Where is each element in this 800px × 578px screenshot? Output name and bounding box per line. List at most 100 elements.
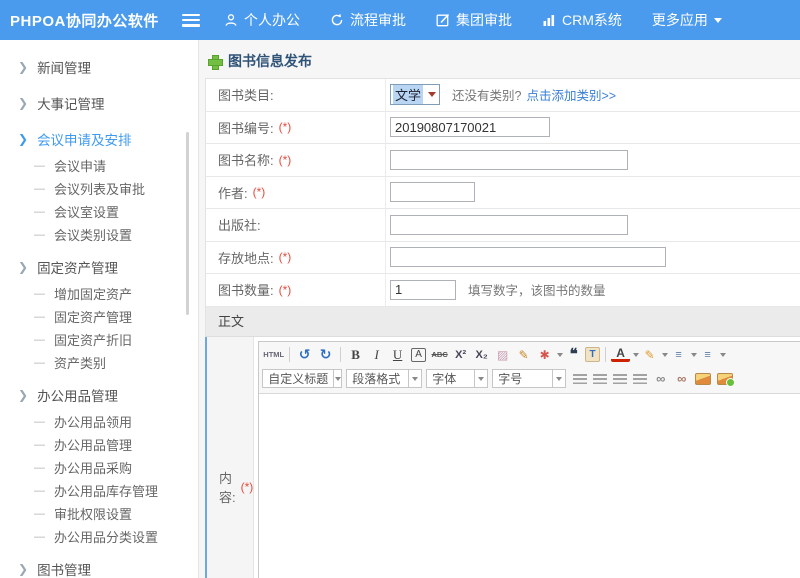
chevron-down-icon[interactable]: [720, 353, 726, 357]
dash-icon: —: [34, 160, 45, 172]
sidebar-item-label: 办公用品领用: [54, 412, 132, 431]
author-label: 作者:(*): [206, 177, 386, 209]
form-row-location: 存放地点:(*): [206, 242, 800, 275]
font-size-dropdown[interactable]: 字号: [492, 369, 566, 388]
align-center-icon[interactable]: [593, 374, 607, 384]
form-row-publisher: 出版社:: [206, 209, 800, 242]
chevron-down-icon[interactable]: [408, 370, 421, 387]
sidebar-item[interactable]: —办公用品采购: [0, 456, 198, 479]
sidebar-item[interactable]: —办公用品库存管理: [0, 479, 198, 502]
sidebar-item[interactable]: —增加固定资产: [0, 282, 198, 305]
chevron-down-icon[interactable]: [691, 353, 697, 357]
paragraph-format-dropdown[interactable]: 段落格式: [346, 369, 422, 388]
italic-icon[interactable]: I: [367, 346, 386, 364]
nav-more-apps[interactable]: 更多应用: [652, 10, 722, 30]
add-category-link[interactable]: 点击添加类别>>: [526, 85, 616, 104]
highlight-pen-icon[interactable]: ✎: [640, 346, 659, 364]
sidebar-item-label: 固定资产管理: [54, 307, 132, 326]
auto-typeset-icon[interactable]: ✱: [535, 346, 554, 364]
align-left-icon[interactable]: [573, 374, 587, 384]
underline-icon[interactable]: U: [388, 346, 407, 364]
strikethrough-icon[interactable]: ABC: [430, 346, 449, 364]
custom-title-dropdown[interactable]: 自定义标题: [262, 369, 342, 388]
dash-icon: —: [34, 311, 45, 323]
bold-icon[interactable]: B: [346, 346, 365, 364]
sidebar-item[interactable]: —会议类别设置: [0, 223, 198, 246]
undo-icon[interactable]: ↺: [295, 346, 314, 364]
dash-icon: —: [34, 357, 45, 369]
chevron-down-icon[interactable]: [557, 353, 563, 357]
font-box-icon[interactable]: A: [411, 348, 426, 362]
book-no-input[interactable]: [390, 117, 550, 137]
subscript-icon[interactable]: X₂: [472, 346, 491, 364]
sidebar-item[interactable]: ❯固定资产管理: [0, 252, 198, 282]
sidebar-item[interactable]: ❯新闻管理: [0, 52, 198, 82]
sidebar-item[interactable]: —办公用品分类设置: [0, 525, 198, 548]
dash-icon: —: [34, 206, 45, 218]
author-input[interactable]: [390, 182, 475, 202]
chevron-down-icon[interactable]: [474, 370, 487, 387]
sidebar-item[interactable]: ❯图书管理: [0, 554, 198, 578]
redo-icon[interactable]: ↻: [316, 346, 335, 364]
dropdown-label: 字号: [493, 370, 552, 387]
publisher-input[interactable]: [390, 215, 628, 235]
sidebar-item-label: 会议类别设置: [54, 225, 132, 244]
editor-content-area[interactable]: [259, 394, 800, 578]
sidebar-item-label: 资产类别: [54, 353, 106, 372]
hamburger-menu-icon[interactable]: [182, 14, 200, 27]
sidebar-item-label: 大事记管理: [37, 93, 105, 113]
format-brush-icon[interactable]: ✎: [514, 346, 533, 364]
sidebar-item[interactable]: —审批权限设置: [0, 502, 198, 525]
nav-process-approval[interactable]: 流程审批: [330, 10, 406, 30]
sidebar-item[interactable]: —会议列表及审批: [0, 177, 198, 200]
sidebar-item[interactable]: — 固定资产管理: [0, 305, 198, 328]
sidebar-item[interactable]: ❯会议申请及安排: [0, 124, 198, 154]
nav-group-approval[interactable]: 集团审批: [436, 10, 512, 30]
category-select[interactable]: 文学: [390, 84, 440, 105]
blockquote-icon[interactable]: ❝: [564, 346, 583, 364]
chevron-down-icon[interactable]: [662, 353, 668, 357]
chevron-down-icon[interactable]: [552, 370, 565, 387]
album-icon[interactable]: [717, 373, 733, 385]
nav-label: 集团审批: [456, 10, 512, 30]
sidebar-menu: ❯新闻管理❯大事记管理❯会议申请及安排—会议申请—会议列表及审批—会议室设置—会…: [0, 40, 199, 578]
chevron-down-icon[interactable]: [633, 353, 639, 357]
paste-icon[interactable]: T: [585, 347, 600, 362]
link-icon[interactable]: ∞: [651, 370, 670, 388]
app-logo: PHPOA协同办公软件: [0, 10, 172, 31]
eraser-icon[interactable]: ▨: [493, 346, 512, 364]
font-color-icon[interactable]: A: [611, 347, 630, 362]
chevron-down-icon[interactable]: [333, 370, 341, 387]
nav-personal-office[interactable]: 个人办公: [224, 10, 300, 30]
publisher-label: 出版社:: [206, 209, 386, 241]
superscript-icon[interactable]: X²: [451, 346, 470, 364]
sidebar-scrollbar[interactable]: [186, 132, 189, 315]
unordered-list-icon[interactable]: ≡: [698, 346, 717, 364]
unlink-icon[interactable]: ∞: [672, 370, 691, 388]
font-family-dropdown[interactable]: 字体: [426, 369, 488, 388]
sidebar-item[interactable]: —会议申请: [0, 154, 198, 177]
dropdown-label: 段落格式: [347, 370, 408, 387]
sidebar-item[interactable]: —会议室设置: [0, 200, 198, 223]
html-source-icon[interactable]: HTML: [263, 346, 284, 364]
align-justify-icon[interactable]: [633, 374, 647, 384]
bar-chart-icon: [542, 13, 556, 27]
sidebar-item-label: 办公用品库存管理: [54, 481, 158, 500]
book-no-label: 图书编号:(*): [206, 112, 386, 144]
sidebar-item[interactable]: —固定资产折旧: [0, 328, 198, 351]
location-input[interactable]: [390, 247, 666, 267]
user-icon: [224, 13, 238, 27]
page-title-text: 图书信息发布: [228, 51, 312, 71]
sidebar-item[interactable]: — 资产类别: [0, 351, 198, 374]
sidebar-item[interactable]: ❯大事记管理: [0, 88, 198, 118]
nav-crm-system[interactable]: CRM系统: [542, 10, 622, 30]
align-right-icon[interactable]: [613, 374, 627, 384]
ordered-list-icon[interactable]: ≡: [669, 346, 688, 364]
sidebar-item[interactable]: ❯办公用品管理: [0, 380, 198, 410]
image-icon[interactable]: [695, 373, 711, 385]
sidebar-item[interactable]: —办公用品领用: [0, 410, 198, 433]
quantity-input[interactable]: [390, 280, 456, 300]
sidebar-item[interactable]: —办公用品管理: [0, 433, 198, 456]
book-name-input[interactable]: [390, 150, 628, 170]
toolbar-separator: [289, 347, 290, 362]
